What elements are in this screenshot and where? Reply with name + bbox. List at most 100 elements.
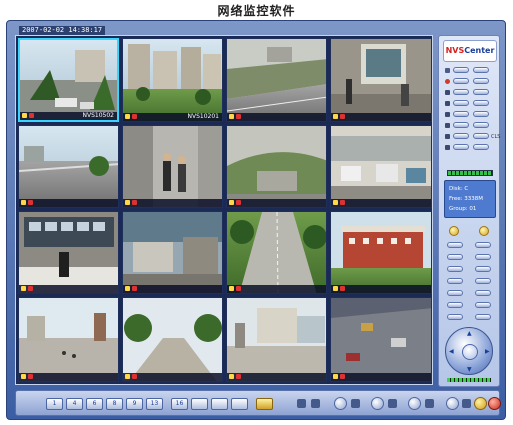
alarm-icon xyxy=(132,374,137,379)
channel-button-4[interactable] xyxy=(473,78,489,84)
capture-icon[interactable] xyxy=(351,399,360,408)
focus-far-button[interactable] xyxy=(475,242,491,248)
video-cell-15[interactable] xyxy=(226,297,327,382)
zoom-in-button[interactable] xyxy=(449,226,459,236)
layout-6-button[interactable]: 6 xyxy=(86,398,103,410)
video-cell-2[interactable]: NVS10201 xyxy=(122,38,223,122)
cruise-button[interactable] xyxy=(475,314,491,320)
zoom-out-button[interactable] xyxy=(479,226,489,236)
video-cell-13[interactable] xyxy=(18,297,119,382)
video-cell-12[interactable] xyxy=(330,211,432,294)
channel-button-9[interactable] xyxy=(453,111,469,117)
iris-open-button[interactable] xyxy=(447,254,463,260)
record-icon xyxy=(21,374,26,379)
minimize-button[interactable] xyxy=(474,397,487,410)
brightness-up-button[interactable] xyxy=(447,266,463,272)
video-cell-5[interactable] xyxy=(18,125,119,208)
channel-button-11[interactable] xyxy=(453,122,469,128)
layout-4-button[interactable]: 4 xyxy=(66,398,83,410)
fullscreen-button[interactable] xyxy=(191,398,208,410)
layout-9-button[interactable]: 9 xyxy=(126,398,143,410)
video-cell-8[interactable] xyxy=(330,125,432,208)
record-icon xyxy=(229,374,234,379)
record-icon xyxy=(22,113,27,118)
video-cell-1[interactable]: NVS10502 xyxy=(18,38,119,122)
tools-icon[interactable] xyxy=(297,399,306,408)
check-icon xyxy=(445,134,450,139)
channel-button-13[interactable] xyxy=(453,133,469,139)
focus-near-button[interactable] xyxy=(447,242,463,248)
camera-label: NVS10201 xyxy=(187,113,220,120)
alarm-icon xyxy=(132,114,137,119)
cycle-button[interactable] xyxy=(256,398,273,410)
ptz-up-arrow-icon[interactable]: ▲ xyxy=(467,331,472,337)
alarm-icon xyxy=(340,286,345,291)
saturation-up-button[interactable] xyxy=(447,290,463,296)
settings-icon xyxy=(445,112,450,117)
ptz-center-button[interactable] xyxy=(462,344,478,360)
channel-button-5[interactable] xyxy=(453,89,469,95)
channel-button-14[interactable] xyxy=(473,133,489,139)
channel-button-7[interactable] xyxy=(453,100,469,106)
layout-1-button[interactable]: 1 xyxy=(46,398,63,410)
record-icon xyxy=(333,114,338,119)
message-icon[interactable] xyxy=(462,399,471,408)
alarm-icon xyxy=(28,286,33,291)
record-icon xyxy=(229,114,234,119)
channel-button-3[interactable] xyxy=(453,78,469,84)
ptz-down-arrow-icon[interactable]: ▼ xyxy=(467,367,472,373)
page-caption: 网络监控软件 xyxy=(217,4,296,18)
brightness-down-button[interactable] xyxy=(475,266,491,272)
record-button[interactable] xyxy=(371,397,384,410)
video-cell-9[interactable] xyxy=(18,211,119,294)
video-cell-10[interactable] xyxy=(122,211,223,294)
alarm-icon xyxy=(236,286,241,291)
channel-button-6[interactable] xyxy=(473,89,489,95)
layout-16-button[interactable]: 16 xyxy=(171,398,188,410)
alarm-icon xyxy=(340,114,345,119)
lock-button[interactable] xyxy=(446,397,459,410)
alarm-icon xyxy=(236,114,241,119)
channel-button-15[interactable] xyxy=(453,144,469,150)
channel-button-16[interactable] xyxy=(473,144,489,150)
previous-page-button[interactable] xyxy=(211,398,228,410)
video-cell-7[interactable] xyxy=(226,125,327,208)
datetime-display: 2007-02-02 14:38:17 xyxy=(19,26,106,35)
layout-8-button[interactable]: 8 xyxy=(106,398,123,410)
contrast-down-button[interactable] xyxy=(475,278,491,284)
control-panel: NVSCenter CLS Disk: C Free: 3338M Group:… xyxy=(438,35,500,387)
search-icon[interactable] xyxy=(311,399,320,408)
saturation-down-button[interactable] xyxy=(475,290,491,296)
channel-button-1[interactable] xyxy=(453,67,469,73)
ptz-left-arrow-icon[interactable]: ◀ xyxy=(449,349,454,355)
contrast-up-button[interactable] xyxy=(447,278,463,284)
ptz-right-arrow-icon[interactable]: ▶ xyxy=(485,349,490,355)
playback-button[interactable] xyxy=(334,397,347,410)
key-icon[interactable] xyxy=(425,399,434,408)
network-icon[interactable] xyxy=(388,399,397,408)
hue-down-button[interactable] xyxy=(475,302,491,308)
channel-button-8[interactable] xyxy=(473,100,489,106)
config-button[interactable] xyxy=(408,397,421,410)
next-page-button[interactable] xyxy=(231,398,248,410)
hue-up-button[interactable] xyxy=(447,302,463,308)
preset-button[interactable] xyxy=(447,314,463,320)
exit-button[interactable] xyxy=(488,397,501,410)
ptz-control-pad[interactable]: ▲ ▼ ◀ ▶ xyxy=(445,327,493,375)
camera-icon xyxy=(445,68,450,73)
record-icon xyxy=(333,286,338,291)
iris-close-button[interactable] xyxy=(475,254,491,260)
video-cell-3[interactable] xyxy=(226,38,327,122)
record-icon xyxy=(445,79,450,84)
video-cell-11[interactable] xyxy=(226,211,327,294)
video-cell-14[interactable] xyxy=(122,297,223,382)
channel-button-10[interactable] xyxy=(473,111,489,117)
channel-button-12[interactable] xyxy=(473,122,489,128)
snapshot-icon xyxy=(445,145,450,150)
video-cell-6[interactable] xyxy=(122,125,223,208)
layout-13-button[interactable]: 13 xyxy=(146,398,163,410)
video-cell-4[interactable] xyxy=(330,38,432,122)
record-icon xyxy=(125,286,130,291)
video-cell-16[interactable] xyxy=(330,297,432,382)
channel-button-2[interactable] xyxy=(473,67,489,73)
